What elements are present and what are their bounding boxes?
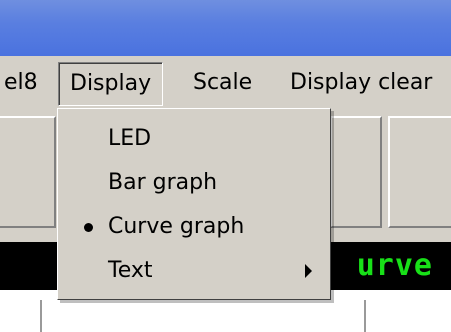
menu-item-label: Bar graph — [108, 170, 218, 195]
menu-display-clear[interactable]: Display clear — [290, 62, 432, 104]
display-dropdown-menu: LED Bar graph Curve graph Text — [57, 108, 331, 300]
toolbar-button-2[interactable] — [330, 116, 382, 228]
menu-item-led[interactable]: LED — [58, 117, 330, 161]
grid-line — [364, 300, 366, 332]
menu-item-text[interactable]: Text — [58, 249, 330, 293]
title-bar — [0, 0, 451, 56]
menu-bar: el8 Display Scale Display clear — [0, 56, 451, 109]
menu-item-label: LED — [108, 126, 152, 151]
menu-item-bar-graph[interactable]: Bar graph — [58, 161, 330, 205]
display-text: urve — [356, 248, 433, 283]
toolbar-button-1[interactable] — [0, 116, 56, 228]
menu-scale[interactable]: Scale — [193, 62, 252, 104]
menu-display[interactable]: Display — [58, 62, 164, 106]
menu-item-partial[interactable]: el8 — [4, 62, 38, 104]
toolbar-button-3[interactable] — [388, 116, 451, 228]
menu-item-label: Text — [108, 258, 153, 283]
radio-bullet-icon — [84, 223, 93, 232]
menu-item-curve-graph[interactable]: Curve graph — [58, 205, 330, 249]
submenu-arrow-icon — [305, 264, 312, 278]
grid-line — [40, 300, 42, 332]
menu-item-label: Curve graph — [108, 214, 245, 239]
